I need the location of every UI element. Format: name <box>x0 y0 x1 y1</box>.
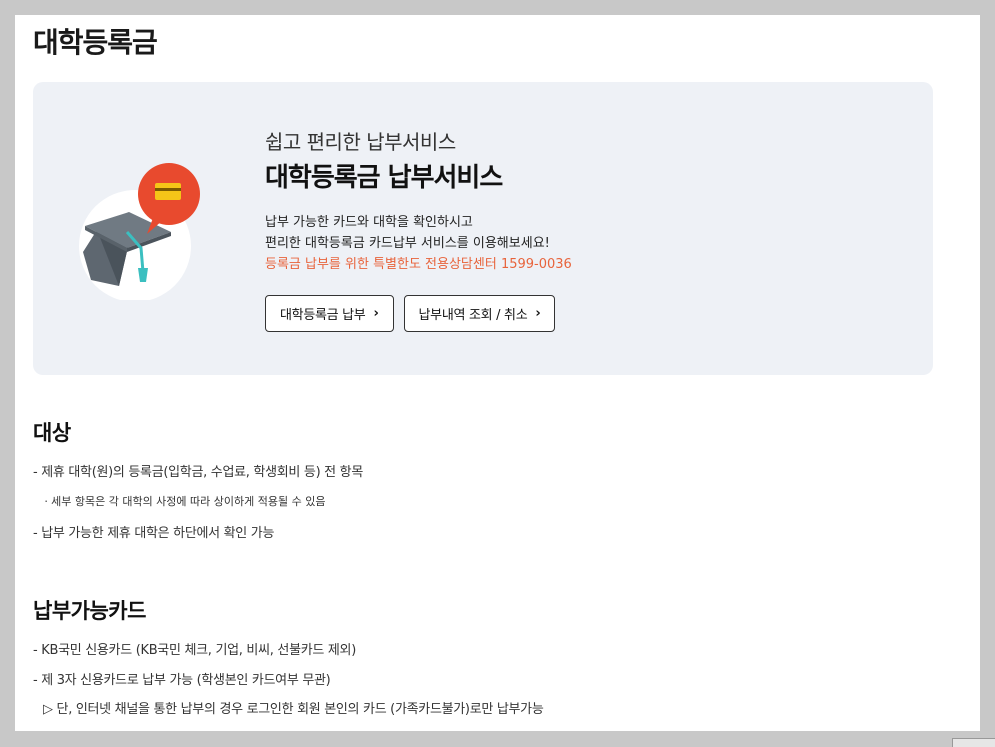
service-banner: 쉽고 편리한 납부서비스 대학등록금 납부서비스 납부 가능한 카드와 대학을 … <box>33 82 933 375</box>
target-subitem-1: ㆍ세부 항목은 각 대학의 사정에 따라 상이하게 적용될 수 있음 <box>41 495 326 508</box>
chevron-right-icon: › <box>535 306 541 321</box>
page-title: 대학등록금 <box>33 26 158 59</box>
page-container: 대학등록금 쉽고 편리한 납부서비스 대학등록금 납부서비스 납부 가능한 카드… <box>15 15 980 731</box>
section-title-cards: 납부가능카드 <box>33 599 146 623</box>
banner-description: 납부 가능한 카드와 대학을 확인하시고 편리한 대학등록금 카드납부 서비스를… <box>265 212 572 275</box>
banner-desc-line1: 납부 가능한 카드와 대학을 확인하시고 <box>265 215 473 230</box>
section-title-target: 대상 <box>33 421 71 445</box>
tuition-payment-button[interactable]: 대학등록금 납부 › <box>265 295 394 332</box>
consult-center-notice: 등록금 납부를 위한 특별한도 전용상담센터 1599-0036 <box>265 257 572 272</box>
target-item-1: - 제휴 대학(원)의 등록금(입학금, 수업료, 학생회비 등) 전 항목 <box>33 465 363 480</box>
banner-buttons: 대학등록금 납부 › 납부내역 조회 / 취소 › <box>265 295 572 332</box>
banner-text: 쉽고 편리한 납부서비스 대학등록금 납부서비스 납부 가능한 카드와 대학을 … <box>265 126 572 332</box>
card-item-1: - KB국민 신용카드 (KB국민 체크, 기업, 비씨, 선불카드 제외) <box>33 643 356 658</box>
chevron-right-icon: › <box>373 306 379 321</box>
card-item-2: - 제 3자 신용카드로 납부 가능 (학생본인 카드여부 무관) <box>33 673 331 688</box>
banner-subtitle: 쉽고 편리한 납부서비스 <box>265 130 456 154</box>
graduation-cap-card-icon <box>79 163 200 300</box>
window-corner <box>952 738 995 747</box>
tuition-payment-label: 대학등록금 납부 <box>280 308 366 323</box>
payment-history-button[interactable]: 납부내역 조회 / 취소 › <box>403 295 556 332</box>
banner-headline: 대학등록금 납부서비스 <box>265 163 503 193</box>
target-item-2: - 납부 가능한 제휴 대학은 하단에서 확인 가능 <box>33 526 275 541</box>
payment-history-label: 납부내역 조회 / 취소 <box>418 308 528 323</box>
card-subitem-1: ▷ 단, 인터넷 채널을 통한 납부의 경우 로그인한 회원 본인의 카드 (가… <box>43 702 544 717</box>
banner-desc-line2: 편리한 대학등록금 카드납부 서비스를 이용해보세요! <box>265 236 550 251</box>
